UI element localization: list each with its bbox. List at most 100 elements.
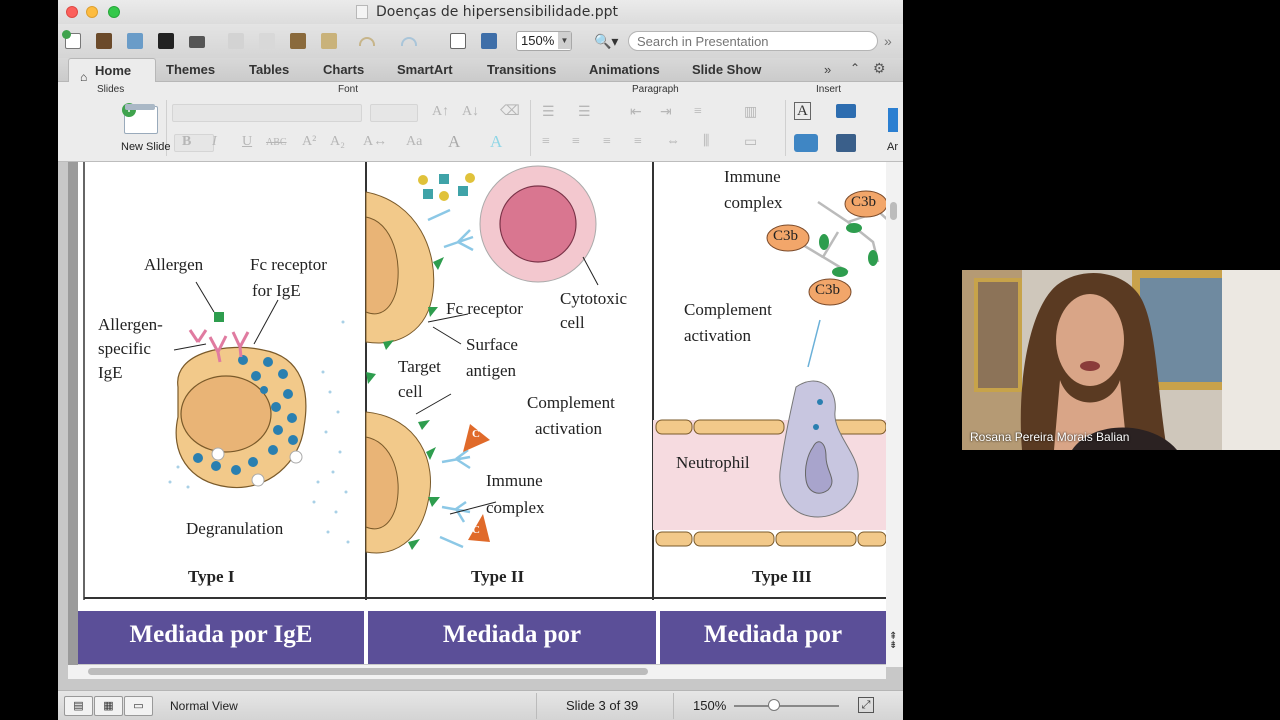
fit-to-window-icon[interactable]: ⤢ xyxy=(858,697,874,713)
webcam-image xyxy=(962,270,1280,450)
label-immune: Immune xyxy=(486,471,543,490)
numbering-icon[interactable]: ☰ xyxy=(578,104,591,121)
tab-smartart[interactable]: SmartArt xyxy=(397,58,453,82)
change-case-icon[interactable]: Aa xyxy=(406,134,422,150)
gear-icon[interactable]: ⚙ xyxy=(873,60,886,77)
paste-icon[interactable] xyxy=(287,30,309,52)
tab-slide-show[interactable]: Slide Show xyxy=(692,58,761,82)
tab-home[interactable]: ⌂ Home xyxy=(68,58,156,84)
tab-charts[interactable]: Charts xyxy=(323,58,364,82)
slide-icon[interactable] xyxy=(447,30,469,52)
strikethrough-button[interactable]: ABC xyxy=(266,137,287,148)
group-insert-label: Insert xyxy=(816,84,842,95)
maximize-window-button[interactable] xyxy=(108,6,120,18)
copy-icon[interactable] xyxy=(256,30,278,52)
media-icon[interactable] xyxy=(478,30,500,52)
label-complex: complex xyxy=(486,498,545,517)
new-slide-button[interactable]: New Slide xyxy=(121,141,171,153)
italic-button[interactable]: I xyxy=(212,134,217,150)
text-direction-icon[interactable]: ⫼ xyxy=(703,134,709,150)
align-right-icon[interactable]: ≡ xyxy=(603,134,611,150)
webcam-video: Rosana Pereira Morais Balian xyxy=(962,270,1280,450)
font-size-field[interactable] xyxy=(370,104,418,122)
panel-title-type2: Type II xyxy=(471,567,525,586)
vertical-scrollbar[interactable]: ⇞ ⇟ xyxy=(886,162,903,667)
tab-transitions[interactable]: Transitions xyxy=(487,58,556,82)
redo-icon[interactable] xyxy=(398,30,420,52)
allergen-particle xyxy=(214,312,224,322)
label-complement: Complement xyxy=(527,393,615,412)
horizontal-scrollbar[interactable] xyxy=(68,665,886,679)
label-for-ige: for IgE xyxy=(252,281,301,300)
print-icon[interactable] xyxy=(186,30,208,52)
text-effects-icon[interactable]: A xyxy=(490,132,502,152)
font-name-field[interactable] xyxy=(172,104,362,122)
section-button[interactable] xyxy=(174,134,214,152)
text-box-button[interactable]: A xyxy=(794,102,811,120)
page-arrows-icon[interactable]: ⇞ ⇟ xyxy=(889,632,897,651)
templates-icon[interactable] xyxy=(93,30,115,52)
increase-indent-icon[interactable]: ⇥ xyxy=(660,104,672,121)
vertical-scroll-thumb[interactable] xyxy=(890,202,897,220)
search-icon[interactable]: 🔍▾ xyxy=(594,30,628,52)
tab-themes[interactable]: Themes xyxy=(166,58,215,82)
close-window-button[interactable] xyxy=(66,6,78,18)
slide-sorter-button[interactable]: ▦ xyxy=(94,696,123,716)
bullets-icon[interactable]: ☰ xyxy=(542,104,555,121)
toolbar-overflow-icon[interactable]: » xyxy=(884,33,892,49)
justify-icon[interactable]: ≡ xyxy=(634,134,642,150)
label-allergen: Allergen xyxy=(144,255,204,274)
align-text-icon[interactable]: ▭ xyxy=(744,134,757,151)
tabs-overflow-icon[interactable]: » xyxy=(824,62,831,77)
minimize-window-button[interactable] xyxy=(86,6,98,18)
decrease-indent-icon[interactable]: ⇤ xyxy=(630,104,642,121)
arrange-icon[interactable] xyxy=(836,134,856,152)
bold-button[interactable]: B xyxy=(182,134,191,150)
collapse-ribbon-icon[interactable]: ⌃ xyxy=(850,61,860,75)
normal-view-button[interactable]: ▤ xyxy=(64,696,93,716)
align-left-icon[interactable]: ≡ xyxy=(542,134,550,150)
shape-icon[interactable] xyxy=(794,134,818,152)
group-font-label: Font xyxy=(338,84,359,95)
character-spacing-icon[interactable]: A↔ xyxy=(363,134,387,150)
view-label: Normal View xyxy=(170,699,238,713)
horizontal-scroll-thumb[interactable] xyxy=(88,668,648,675)
label-c-bottom: C xyxy=(472,524,480,536)
shrink-font-icon[interactable]: A↓ xyxy=(462,104,479,120)
distribute-icon[interactable]: ⇔ xyxy=(666,134,680,150)
tab-tables[interactable]: Tables xyxy=(249,58,289,82)
label-complex: complex xyxy=(724,193,783,212)
format-painter-icon[interactable] xyxy=(318,30,340,52)
cut-icon[interactable] xyxy=(225,30,247,52)
new-icon[interactable] xyxy=(62,30,84,52)
label-immune: Immune xyxy=(724,167,781,186)
slide-show-button[interactable]: ▭ xyxy=(124,696,153,716)
line-spacing-icon[interactable]: ≡ xyxy=(694,104,702,120)
label-cytotoxic: Cytotoxic xyxy=(560,289,628,308)
columns-icon[interactable]: ▥ xyxy=(744,104,757,121)
picture-icon[interactable] xyxy=(836,104,856,118)
grow-font-icon[interactable]: A↑ xyxy=(432,104,449,120)
save-icon[interactable] xyxy=(155,30,177,52)
art-icon[interactable] xyxy=(888,108,898,132)
search-input[interactable] xyxy=(628,31,878,51)
subscript-button[interactable]: A₂ xyxy=(330,134,345,150)
align-center-icon[interactable]: ≡ xyxy=(572,134,580,150)
underline-button[interactable]: U xyxy=(242,134,252,150)
zoom-slider-knob[interactable] xyxy=(768,699,780,711)
clear-format-icon[interactable]: ⌫ xyxy=(500,103,520,120)
screen: { "window": { "title": "Doenças de hiper… xyxy=(0,0,1280,720)
slide[interactable]: Allergen Fc receptor for IgE Allergen- s… xyxy=(78,162,886,664)
label-specific: specific xyxy=(98,339,151,358)
label-degranulation: Degranulation xyxy=(186,519,284,538)
art-button[interactable]: Ar xyxy=(887,141,898,153)
font-color-icon[interactable]: A xyxy=(448,132,460,152)
undo-icon[interactable] xyxy=(356,30,378,52)
label-neutrophil: Neutrophil xyxy=(676,453,750,472)
label-activation: activation xyxy=(684,326,752,345)
zoom-slider[interactable] xyxy=(734,705,839,707)
superscript-button[interactable]: A² xyxy=(302,134,316,150)
zoom-dropdown-icon[interactable]: ▼ xyxy=(558,32,571,49)
tab-animations[interactable]: Animations xyxy=(589,58,660,82)
open-icon[interactable] xyxy=(124,30,146,52)
